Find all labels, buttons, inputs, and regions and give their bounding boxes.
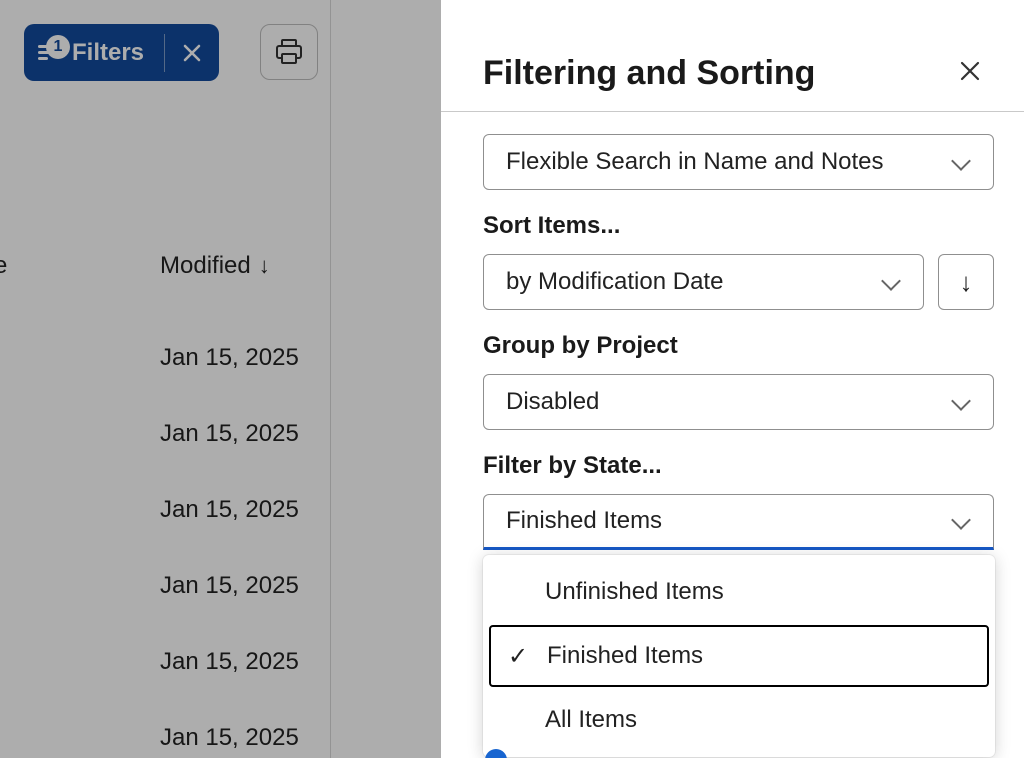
sort-direction-button[interactable]: ↓ [938, 254, 994, 310]
filter-state-select[interactable]: Finished Items [483, 494, 994, 550]
filter-state-dropdown: Unfinished Items ✓ Finished Items All It… [483, 555, 995, 757]
panel-close-button[interactable] [950, 57, 990, 91]
chevron-down-icon [951, 515, 971, 527]
group-by-value: Disabled [506, 388, 599, 416]
list-item[interactable]: Jan 15, 2025 [160, 548, 299, 624]
option-label: All Items [545, 706, 637, 734]
close-icon [182, 43, 202, 63]
group-section-label: Group by Project [483, 332, 994, 360]
filters-button[interactable]: 1 Filters [24, 24, 219, 81]
background-content: 1 Filters e Modified ↓ Jan 15, 2025 Jan … [0, 0, 441, 758]
state-option-all[interactable]: All Items [483, 689, 995, 751]
filter-state-value: Finished Items [506, 507, 662, 535]
search-mode-select[interactable]: Flexible Search in Name and Notes [483, 134, 994, 190]
date-column: Jan 15, 2025 Jan 15, 2025 Jan 15, 2025 J… [160, 320, 299, 758]
sort-by-value: by Modification Date [506, 268, 723, 296]
panel-title: Filtering and Sorting [483, 54, 815, 93]
state-option-unfinished[interactable]: Unfinished Items [483, 561, 995, 623]
state-option-finished[interactable]: ✓ Finished Items [489, 625, 989, 687]
chevron-down-icon [951, 156, 971, 168]
list-item[interactable]: Jan 15, 2025 [160, 624, 299, 700]
list-item[interactable]: Jan 15, 2025 [160, 472, 299, 548]
toolbar: 1 Filters [0, 0, 441, 100]
sort-by-select[interactable]: by Modification Date [483, 254, 924, 310]
sort-section-label: Sort Items... [483, 212, 994, 240]
chevron-down-icon [951, 396, 971, 408]
print-button[interactable] [260, 24, 318, 80]
group-by-select[interactable]: Disabled [483, 374, 994, 430]
option-label: Finished Items [547, 642, 703, 670]
column-header-label: Modified [160, 252, 251, 280]
chevron-down-icon [881, 276, 901, 288]
column-header-modified[interactable]: Modified ↓ [160, 252, 270, 280]
list-item[interactable]: Jan 15, 2025 [160, 320, 299, 396]
clear-filters-button[interactable] [165, 24, 219, 81]
close-icon [958, 59, 982, 83]
column-header-fragment: e [0, 252, 7, 280]
filters-count-badge: 1 [46, 35, 70, 59]
list-item[interactable]: Jan 15, 2025 [160, 700, 299, 758]
vertical-divider [330, 0, 331, 758]
option-label: Unfinished Items [545, 578, 724, 606]
check-icon: ✓ [505, 642, 531, 671]
arrow-down-icon: ↓ [960, 267, 973, 298]
sort-descending-icon: ↓ [259, 253, 270, 279]
state-section-label: Filter by State... [483, 452, 994, 480]
printer-icon [275, 39, 303, 65]
list-item[interactable]: Jan 15, 2025 [160, 396, 299, 472]
filters-label: Filters [72, 39, 144, 67]
panel-header: Filtering and Sorting [441, 0, 1024, 112]
search-mode-value: Flexible Search in Name and Notes [506, 148, 884, 176]
